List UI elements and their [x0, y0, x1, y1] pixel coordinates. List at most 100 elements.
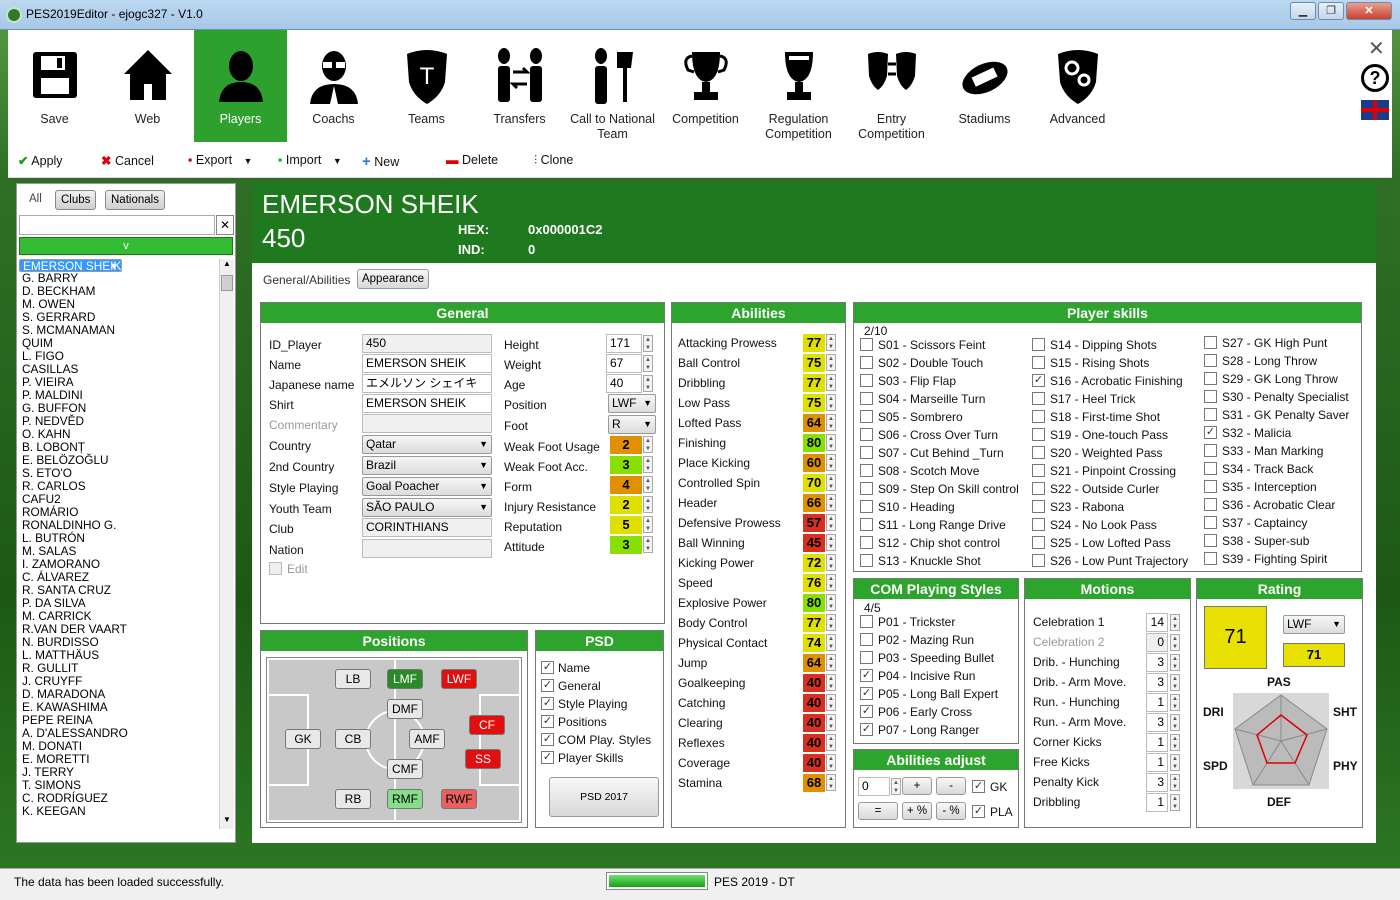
skill-checkbox[interactable]	[860, 356, 873, 369]
ability-value[interactable]: 70	[803, 474, 825, 492]
search-input[interactable]	[19, 215, 215, 235]
position-ss[interactable]: SS	[465, 749, 501, 769]
ability-value[interactable]: 40	[803, 694, 825, 712]
ability-spinner[interactable]: ▲ ▼	[826, 554, 836, 571]
import-button[interactable]: ▪ Import ▼	[278, 153, 342, 167]
reputation-value[interactable]: 5	[610, 516, 642, 534]
scroll-up-icon[interactable]: ▲	[221, 259, 233, 271]
list-item[interactable]: EMERSON SHEIK	[19, 259, 123, 273]
skill-checkbox[interactable]	[860, 482, 873, 495]
attitude-spinner[interactable]: ▲ ▼	[643, 536, 653, 553]
motion-value[interactable]: 3	[1146, 653, 1168, 672]
position-cb[interactable]: CB	[335, 729, 371, 749]
skill-checkbox[interactable]	[1204, 462, 1217, 475]
clear-search-icon[interactable]: ✕	[216, 215, 234, 235]
style-checkbox[interactable]	[860, 651, 873, 664]
style-checkbox[interactable]: ✓	[860, 705, 873, 718]
ability-spinner[interactable]: ▲ ▼	[826, 394, 836, 411]
tab-clubs[interactable]: Clubs	[55, 190, 97, 210]
second-country-select[interactable]: Brazil	[362, 456, 492, 475]
ability-spinner[interactable]: ▲ ▼	[826, 594, 836, 611]
ability-value[interactable]: 75	[803, 354, 825, 372]
motion-spinner[interactable]: ▲ ▼	[1170, 774, 1180, 791]
toolbar-web[interactable]: Web	[101, 30, 194, 142]
skill-checkbox[interactable]	[860, 500, 873, 513]
ability-spinner[interactable]: ▲ ▼	[826, 534, 836, 551]
psd-checkbox[interactable]: ✓	[541, 697, 554, 710]
motion-spinner[interactable]: ▲ ▼	[1170, 634, 1180, 651]
ability-value[interactable]: 75	[803, 394, 825, 412]
motion-spinner[interactable]: ▲ ▼	[1170, 614, 1180, 631]
skill-checkbox[interactable]	[1032, 554, 1045, 567]
ability-value[interactable]: 64	[803, 414, 825, 432]
ability-spinner[interactable]: ▲ ▼	[826, 334, 836, 351]
toolbar-entry-competition[interactable]: Entry Competition	[845, 30, 938, 142]
toolbar-save[interactable]: Save	[8, 30, 101, 142]
close-window-button[interactable]: ✕	[1346, 2, 1392, 20]
position-rwf[interactable]: RWF	[441, 789, 477, 809]
weight-field[interactable]: 67	[606, 354, 642, 373]
motion-value[interactable]: 1	[1146, 693, 1168, 712]
position-lb[interactable]: LB	[335, 669, 371, 689]
skill-checkbox[interactable]	[860, 428, 873, 441]
toolbar-transfers[interactable]: Transfers	[473, 30, 566, 142]
skill-checkbox[interactable]	[1204, 534, 1217, 547]
skill-checkbox[interactable]	[1204, 390, 1217, 403]
shirt-field[interactable]: EMERSON SHEIK	[362, 394, 492, 413]
skill-checkbox[interactable]	[860, 446, 873, 459]
list-scrollbar[interactable]: ▲ ▼	[219, 259, 234, 829]
skill-checkbox[interactable]	[1204, 336, 1217, 349]
toolbar-players[interactable]: Players	[194, 30, 287, 142]
psd-checkbox[interactable]: ✓	[541, 751, 554, 764]
tab-general-abilities[interactable]: General/Abilities	[263, 273, 350, 287]
help-icon[interactable]: ?	[1361, 64, 1389, 92]
foot-select[interactable]: R	[608, 415, 656, 434]
adjust-value-field[interactable]: 0	[858, 777, 890, 796]
injury-resistance-spinner[interactable]: ▲ ▼	[643, 496, 653, 513]
psd-checkbox[interactable]: ✓	[541, 661, 554, 674]
cancel-button[interactable]: ✖ Cancel	[101, 153, 154, 168]
player-list[interactable]: EMERSON SHEIKA. HUGHESG. BARRYD. BECKHAM…	[19, 259, 217, 829]
psd-checkbox[interactable]: ✓	[541, 733, 554, 746]
skill-checkbox[interactable]	[860, 374, 873, 387]
skill-checkbox[interactable]	[1032, 536, 1045, 549]
ability-value[interactable]: 57	[803, 514, 825, 532]
motion-spinner[interactable]: ▲ ▼	[1170, 674, 1180, 691]
maximize-button[interactable]: ❐	[1318, 2, 1344, 20]
ability-spinner[interactable]: ▲ ▼	[826, 714, 836, 731]
scroll-down-icon[interactable]: ▼	[221, 815, 233, 827]
close-panel-icon[interactable]: ✕	[1368, 36, 1385, 61]
toolbar-coachs[interactable]: Coachs	[287, 30, 380, 142]
psd-checkbox[interactable]: ✓	[541, 679, 554, 692]
skill-checkbox[interactable]	[1204, 354, 1217, 367]
adjust-plus-button[interactable]: +	[902, 777, 932, 795]
form-spinner[interactable]: ▲ ▼	[643, 476, 653, 493]
ability-value[interactable]: 76	[803, 574, 825, 592]
toolbar-advanced[interactable]: Advanced	[1031, 30, 1124, 142]
skill-checkbox[interactable]	[860, 464, 873, 477]
motion-spinner[interactable]: ▲ ▼	[1170, 794, 1180, 811]
attitude-value[interactable]: 3	[610, 536, 642, 554]
ability-value[interactable]: 40	[803, 754, 825, 772]
height-spinner[interactable]: ▲ ▼	[643, 335, 653, 352]
weak-foot-acc-value[interactable]: 3	[610, 456, 642, 474]
adjust-equals-button[interactable]: =	[858, 802, 898, 820]
apply-button[interactable]: ✔ Apply	[18, 153, 63, 168]
ability-spinner[interactable]: ▲ ▼	[826, 514, 836, 531]
skill-checkbox[interactable]	[1204, 372, 1217, 385]
ability-value[interactable]: 40	[803, 674, 825, 692]
ability-value[interactable]: 40	[803, 734, 825, 752]
ability-spinner[interactable]: ▲ ▼	[826, 574, 836, 591]
skill-checkbox[interactable]	[1032, 446, 1045, 459]
adjust-plus-percent-button[interactable]: + %	[902, 802, 932, 820]
filter-dropdown[interactable]: v	[19, 237, 233, 255]
skill-checkbox[interactable]	[1032, 338, 1045, 351]
motion-spinner[interactable]: ▲ ▼	[1170, 654, 1180, 671]
ability-spinner[interactable]: ▲ ▼	[826, 474, 836, 491]
pla-checkbox[interactable]: ✓	[972, 805, 985, 818]
psd-2017-button[interactable]: PSD 2017	[549, 777, 659, 817]
ability-value[interactable]: 40	[803, 714, 825, 732]
skill-checkbox[interactable]	[1032, 464, 1045, 477]
delete-button[interactable]: ▬ Delete	[446, 153, 498, 167]
ability-spinner[interactable]: ▲ ▼	[826, 674, 836, 691]
